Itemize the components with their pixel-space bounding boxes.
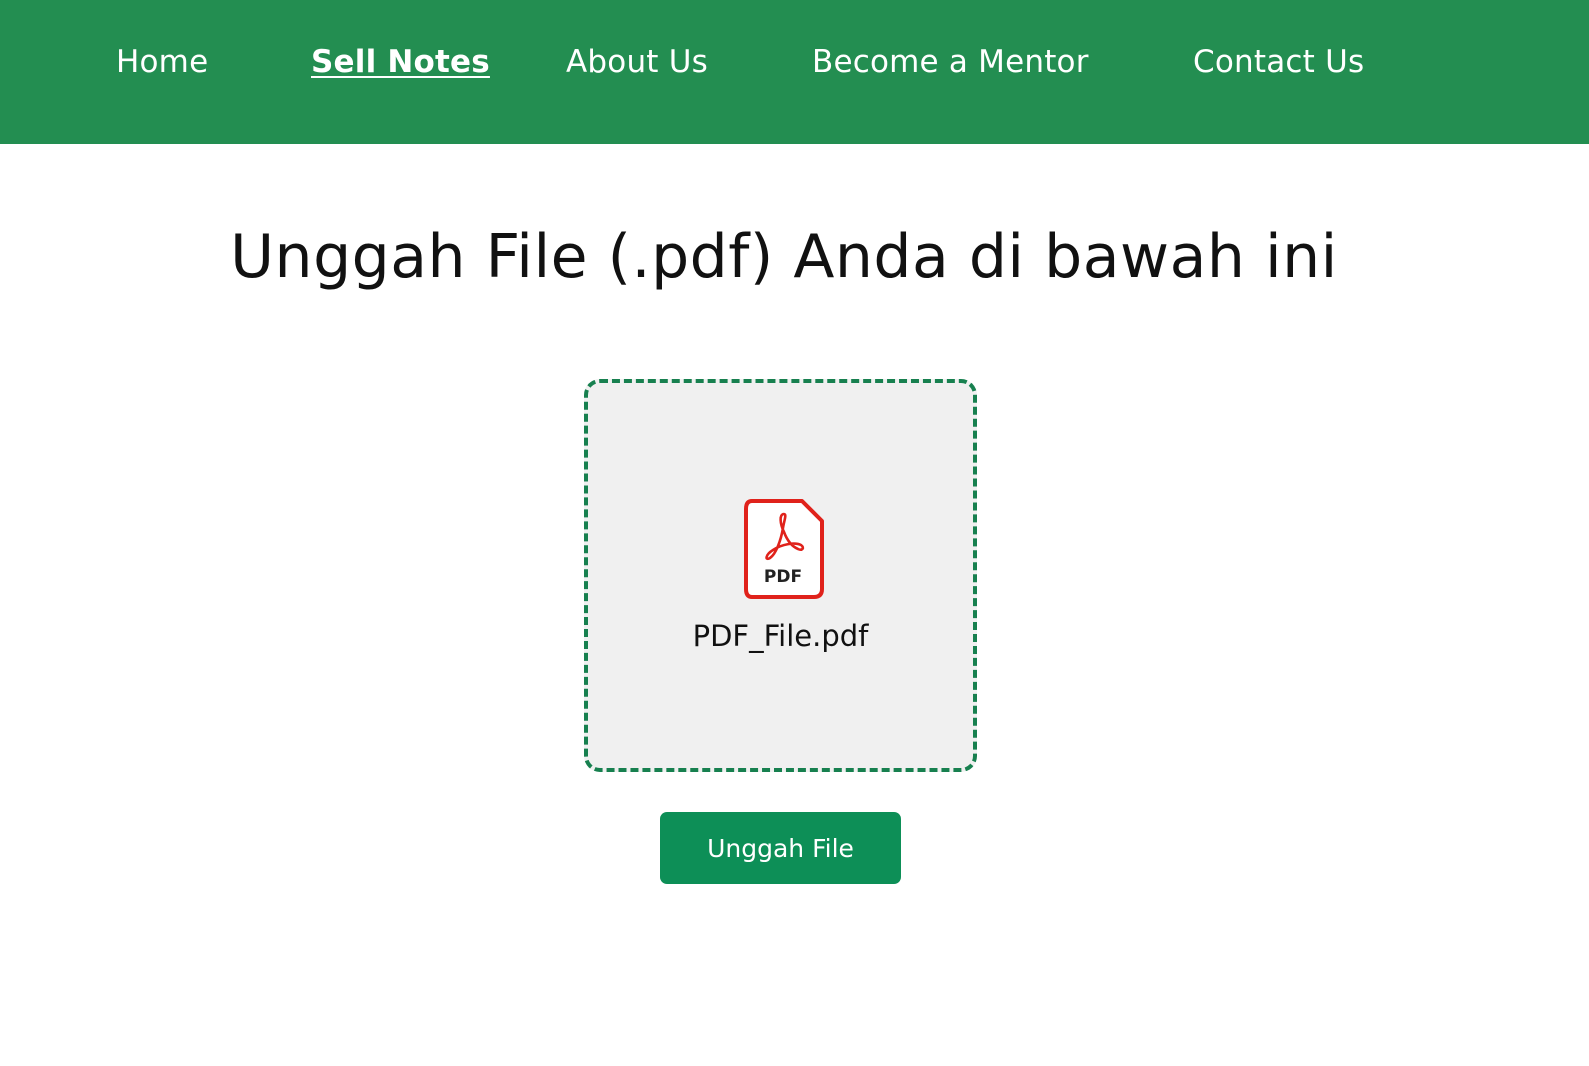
pdf-file-icon: PDF — [744, 499, 824, 599]
nav-link-home[interactable]: Home — [116, 44, 208, 80]
nav-link-become-a-mentor[interactable]: Become a Mentor — [812, 44, 1089, 80]
file-dropzone[interactable]: PDF PDF_File.pdf — [584, 379, 977, 772]
upload-file-button[interactable]: Unggah File — [660, 812, 901, 884]
nav-link-sell-notes[interactable]: Sell Notes — [311, 44, 490, 80]
page-title: Unggah File (.pdf) Anda di bawah ini — [230, 222, 1338, 292]
selected-file-name: PDF_File.pdf — [692, 619, 869, 653]
nav-link-about-us[interactable]: About Us — [566, 44, 708, 80]
pdf-icon-label: PDF — [764, 567, 802, 587]
nav-link-contact-us[interactable]: Contact Us — [1193, 44, 1364, 80]
top-navbar: Home Sell Notes About Us Become a Mentor… — [0, 0, 1589, 144]
